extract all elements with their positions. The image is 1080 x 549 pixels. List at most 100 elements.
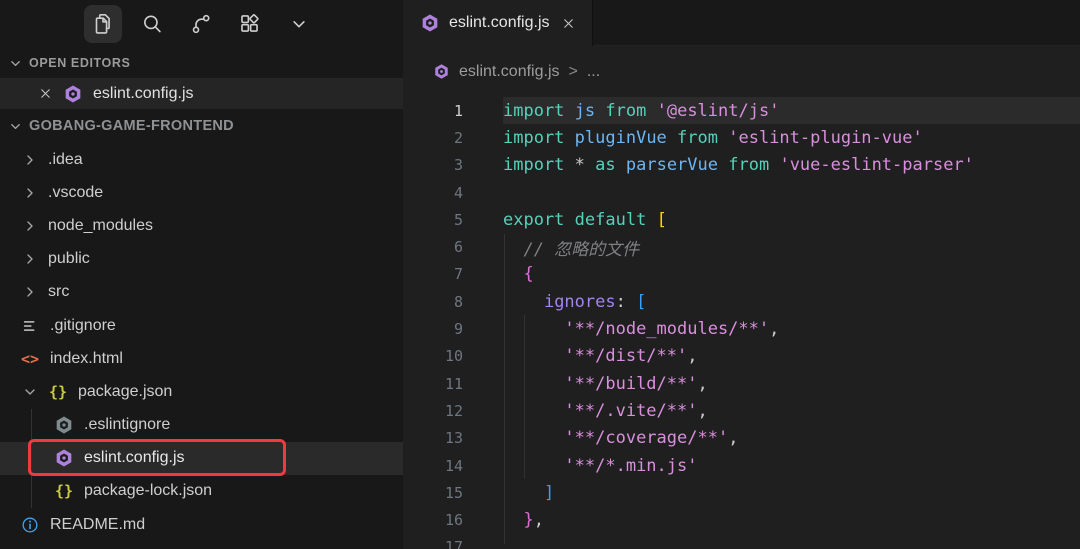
tab-label: eslint.config.js: [449, 14, 550, 32]
line-number: 8: [403, 293, 463, 311]
gitignore-icon: [20, 316, 40, 336]
sidebar: OPEN EDITORS eslint.config.js GOBANG-GAM…: [0, 0, 403, 549]
code-line-12[interactable]: 12 '**/.vite/**',: [403, 397, 1080, 424]
line-number: 5: [403, 211, 463, 229]
tab-bar-empty: [593, 0, 1080, 46]
code-line-16[interactable]: 16 },: [403, 506, 1080, 533]
eslint-gray-icon: [54, 415, 74, 435]
line-number: 2: [403, 129, 463, 147]
code-line-5[interactable]: 5export default [: [403, 206, 1080, 233]
tree-item-eslint-config-js[interactable]: eslint.config.js: [0, 442, 403, 475]
open-editors-label: OPEN EDITORS: [29, 56, 130, 70]
code-text: '**/*.min.js': [463, 456, 697, 476]
code-line-2[interactable]: 2import pluginVue from 'eslint-plugin-vu…: [403, 124, 1080, 151]
breadcrumb-separator: >: [569, 63, 578, 81]
tree-item--eslintignore[interactable]: .eslintignore: [0, 409, 403, 442]
open-editor-item[interactable]: eslint.config.js: [0, 78, 403, 109]
code-text: // 忽略的文件: [463, 235, 639, 260]
open-editor-label: eslint.config.js: [93, 85, 194, 103]
chevron-right-icon: [22, 152, 38, 168]
extensions-button[interactable]: [231, 5, 269, 43]
tree-item-label: eslint.config.js: [84, 449, 185, 467]
breadcrumb-file[interactable]: eslint.config.js: [459, 63, 560, 81]
chevron-down-icon: [8, 119, 23, 134]
search-button[interactable]: [133, 5, 171, 43]
close-editor-icon[interactable]: [38, 86, 53, 101]
code-text: },: [463, 510, 544, 530]
vscode-window: OPEN EDITORS eslint.config.js GOBANG-GAM…: [0, 0, 1080, 549]
tree-item-label: .eslintignore: [84, 416, 170, 434]
tree-item-public[interactable]: public: [0, 243, 403, 276]
code-line-9[interactable]: 9 '**/node_modules/**',: [403, 315, 1080, 342]
code-line-6[interactable]: 6 // 忽略的文件: [403, 233, 1080, 260]
tree-item-label: package.json: [78, 383, 172, 401]
explorer-button[interactable]: [84, 5, 122, 43]
tab-eslint-config[interactable]: eslint.config.js: [403, 0, 593, 46]
chevron-down-icon: [8, 56, 23, 71]
tree-item--vscode[interactable]: .vscode: [0, 176, 403, 209]
tree-item--idea[interactable]: .idea: [0, 143, 403, 176]
code-line-3[interactable]: 3import * as parserVue from 'vue-eslint-…: [403, 152, 1080, 179]
tree-item-label: .gitignore: [50, 317, 116, 335]
json-icon: {}: [54, 482, 74, 500]
code-text: '**/dist/**',: [463, 346, 698, 366]
line-number: 12: [403, 402, 463, 420]
line-number: 7: [403, 265, 463, 283]
line-number: 16: [403, 511, 463, 529]
code-line-11[interactable]: 11 '**/build/**',: [403, 370, 1080, 397]
line-number: 15: [403, 484, 463, 502]
open-editors-header[interactable]: OPEN EDITORS: [0, 48, 403, 78]
tree-item--gitignore[interactable]: .gitignore: [0, 309, 403, 342]
search-icon: [139, 11, 165, 37]
code-editor[interactable]: 1import js from '@eslint/js'2import plug…: [403, 97, 1080, 549]
code-line-17[interactable]: 17: [403, 534, 1080, 549]
open-editors-list: eslint.config.js: [0, 78, 403, 109]
json-icon: {}: [48, 383, 68, 401]
project-name-label: GOBANG-GAME-FRONTEND: [29, 118, 234, 134]
line-number: 1: [403, 102, 463, 120]
code-line-10[interactable]: 10 '**/dist/**',: [403, 343, 1080, 370]
html-icon: <>: [20, 350, 40, 368]
tree-item-package-json[interactable]: {} package.json: [0, 375, 403, 408]
editor-area: eslint.config.js eslint.config.js > ... …: [403, 0, 1080, 549]
tree-item-readme-md[interactable]: README.md: [0, 508, 403, 541]
tree-item-label: src: [48, 283, 69, 301]
tree-item-label: .idea: [48, 151, 83, 169]
code-line-7[interactable]: 7 {: [403, 261, 1080, 288]
chevron-right-icon: [22, 284, 38, 300]
code-line-1[interactable]: 1import js from '@eslint/js': [403, 97, 1080, 124]
file-tree: .idea .vscodenode_modulespublic src .gitign…: [0, 143, 403, 549]
line-number: 14: [403, 457, 463, 475]
code-line-14[interactable]: 14 '**/*.min.js': [403, 452, 1080, 479]
tree-item-package-lock-json[interactable]: {}package-lock.json: [0, 475, 403, 508]
code-line-8[interactable]: 8 ignores: [: [403, 288, 1080, 315]
code-line-15[interactable]: 15 ]: [403, 479, 1080, 506]
breadcrumb-ellipsis[interactable]: ...: [587, 63, 600, 81]
eslint-icon: [54, 448, 74, 468]
chevron-right-icon: [22, 185, 38, 201]
line-number: 17: [403, 538, 463, 549]
code-text: '**/coverage/**',: [463, 428, 738, 448]
code-text: import * as parserVue from 'vue-eslint-p…: [463, 155, 974, 175]
close-tab-icon[interactable]: [559, 14, 578, 33]
breadcrumb: eslint.config.js > ...: [403, 46, 1080, 97]
explorer-icon: [90, 11, 116, 37]
tree-item-src[interactable]: src: [0, 276, 403, 309]
code-text: '**/.vite/**',: [463, 401, 708, 421]
code-line-4[interactable]: 4: [403, 179, 1080, 206]
line-number: 10: [403, 347, 463, 365]
source-control-button[interactable]: [182, 5, 220, 43]
eslint-icon: [420, 13, 440, 33]
line-number: 11: [403, 375, 463, 393]
source-control-icon: [188, 11, 214, 37]
tree-item-label: index.html: [50, 350, 123, 368]
tree-item-label: README.md: [50, 516, 145, 534]
code-text: '**/build/**',: [463, 374, 708, 394]
more-actions-button[interactable]: [280, 5, 318, 43]
tab-bar: eslint.config.js: [403, 0, 1080, 46]
tree-item-index-html[interactable]: <> index.html: [0, 342, 403, 375]
code-line-13[interactable]: 13 '**/coverage/**',: [403, 425, 1080, 452]
tree-item-node-modules[interactable]: node_modules: [0, 209, 403, 242]
code-text: ]: [463, 483, 554, 503]
project-header[interactable]: GOBANG-GAME-FRONTEND: [0, 109, 403, 143]
